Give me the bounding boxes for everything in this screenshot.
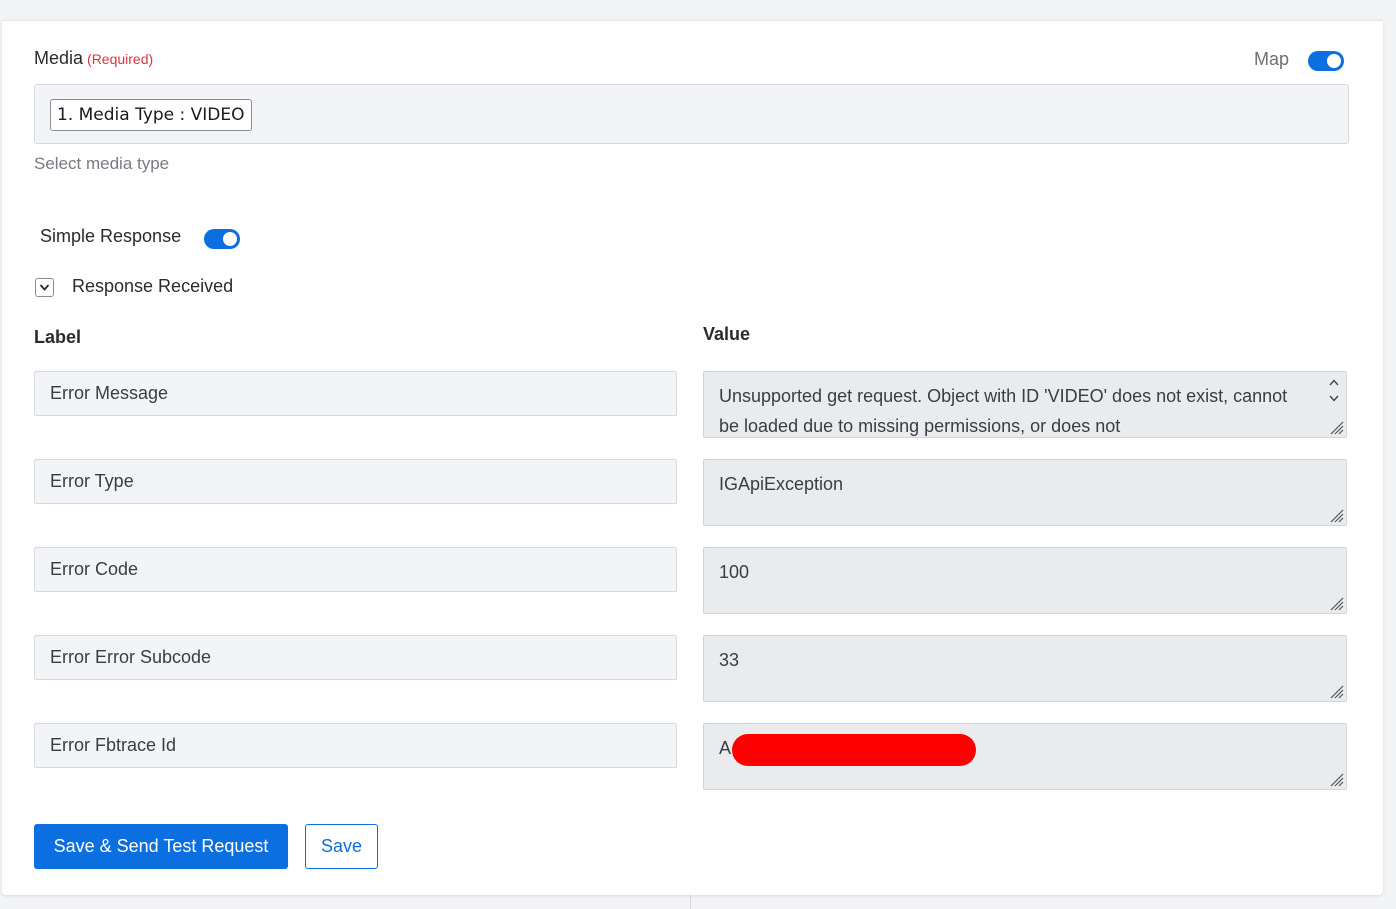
error-fbtrace-value-text: A bbox=[719, 738, 732, 758]
error-code-label-field[interactable]: Error Code bbox=[34, 547, 677, 592]
resize-grip-icon[interactable] bbox=[1328, 507, 1344, 523]
error-type-value-text: IGApiException bbox=[719, 474, 844, 494]
error-message-label-field[interactable]: Error Message bbox=[34, 371, 677, 416]
value-column-header: Value bbox=[703, 324, 751, 344]
chevron-down-icon[interactable] bbox=[1328, 390, 1340, 406]
resize-grip-icon[interactable] bbox=[1328, 683, 1344, 699]
error-code-value-text: 100 bbox=[719, 562, 750, 582]
divider bbox=[690, 894, 691, 909]
error-subcode-value-field[interactable]: 33 bbox=[703, 635, 1347, 702]
media-helper-text: Select media type bbox=[34, 154, 170, 173]
error-message-value-field[interactable]: Unsupported get request. Object with ID … bbox=[703, 371, 1347, 438]
textarea-spinner[interactable] bbox=[1328, 374, 1340, 406]
error-type-label-field[interactable]: Error Type bbox=[34, 459, 677, 504]
toggle-knob bbox=[1327, 54, 1341, 68]
error-fbtrace-value-field[interactable]: A bbox=[703, 723, 1347, 790]
resize-grip-icon[interactable] bbox=[1328, 419, 1344, 435]
error-message-value-text: Unsupported get request. Object with ID … bbox=[719, 386, 1288, 436]
save-send-test-request-button[interactable]: Save & Send Test Request bbox=[34, 824, 288, 869]
error-code-value-field[interactable]: 100 bbox=[703, 547, 1347, 614]
save-button[interactable]: Save bbox=[305, 824, 378, 869]
required-tag: (Required) bbox=[87, 51, 154, 67]
chevron-down-icon bbox=[39, 284, 50, 291]
simple-response-label: Simple Response bbox=[40, 226, 182, 246]
map-toggle[interactable] bbox=[1308, 51, 1344, 71]
label-column-header: Label bbox=[34, 327, 82, 347]
error-type-value-field[interactable]: IGApiException bbox=[703, 459, 1347, 526]
request-panel: Media (Required) Map 1. Media Type : VIDE… bbox=[2, 20, 1383, 895]
simple-response-toggle[interactable] bbox=[204, 229, 240, 249]
chevron-up-icon[interactable] bbox=[1328, 374, 1340, 390]
media-field-label: Media (Required) bbox=[34, 48, 153, 69]
response-received-label: Response Received bbox=[72, 276, 234, 296]
error-subcode-value-text: 33 bbox=[719, 650, 740, 670]
resize-grip-icon[interactable] bbox=[1328, 595, 1344, 611]
redaction-mark bbox=[732, 734, 976, 766]
toggle-knob bbox=[223, 232, 237, 246]
error-fbtrace-label-field[interactable]: Error Fbtrace Id bbox=[34, 723, 677, 768]
map-label: Map bbox=[1254, 49, 1290, 69]
error-subcode-label-field[interactable]: Error Error Subcode bbox=[34, 635, 677, 680]
media-label-text: Media bbox=[34, 48, 84, 68]
media-type-token[interactable]: 1. Media Type : VIDEO bbox=[50, 99, 252, 131]
media-type-input[interactable]: 1. Media Type : VIDEO bbox=[34, 84, 1349, 144]
resize-grip-icon[interactable] bbox=[1328, 771, 1344, 787]
response-received-toggle[interactable] bbox=[35, 278, 54, 297]
